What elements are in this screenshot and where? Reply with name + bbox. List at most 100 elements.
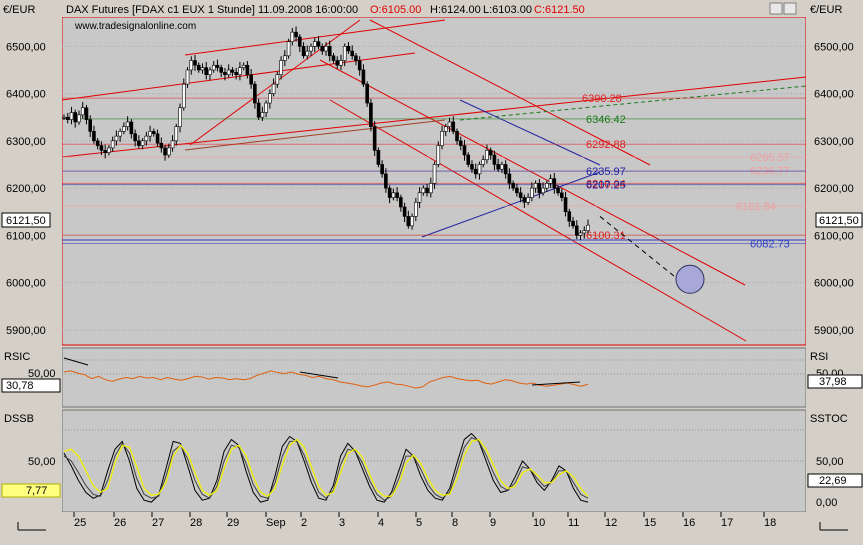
- candle-body: [230, 69, 235, 73]
- x-tick-label: 25: [74, 517, 86, 529]
- stoch-right-value: 22,69: [819, 475, 847, 487]
- candle-body: [249, 74, 253, 85]
- candle-body: [578, 232, 583, 236]
- price-tick-label: 6100,00: [814, 230, 854, 242]
- rsi-left-value: 30,78: [6, 380, 34, 392]
- candle-body: [144, 135, 149, 142]
- candle-body: [548, 178, 553, 184]
- candle-body: [73, 112, 78, 123]
- candle-body: [485, 149, 489, 161]
- candle-body: [174, 126, 179, 142]
- x-tick-label: 4: [378, 517, 384, 529]
- x-tick-label: 15: [644, 517, 656, 529]
- candle-body: [574, 225, 579, 236]
- candle-body: [387, 187, 392, 198]
- candle-body: [271, 83, 276, 94]
- price-tick-label: 6300,00: [6, 136, 46, 148]
- candle-body: [530, 187, 534, 198]
- price-level-label: 6265.57: [750, 152, 790, 164]
- x-tick-label: 29: [227, 517, 239, 529]
- watermark: www.tradesignalonline.com: [74, 21, 196, 32]
- target-circle: [675, 264, 705, 294]
- x-tick-label: 28: [190, 517, 202, 529]
- candle-body: [372, 126, 377, 151]
- candle-body: [110, 140, 115, 149]
- stoch-left-value: 7,77: [26, 485, 47, 497]
- candle-body: [103, 149, 107, 153]
- candle-body: [545, 183, 549, 189]
- candle-body: [305, 50, 310, 57]
- candle-body: [62, 116, 66, 119]
- candle-body: [118, 131, 122, 137]
- price-tick-label: 6400,00: [6, 89, 46, 101]
- candle-body: [84, 107, 89, 120]
- candle-body: [395, 192, 399, 198]
- stoch-tick-50-right: 50,00: [816, 456, 844, 468]
- candle-body: [133, 133, 137, 142]
- candle-body: [556, 187, 560, 194]
- x-tick-label: 11: [568, 517, 579, 529]
- candle-body: [533, 183, 538, 189]
- candle-body: [316, 41, 321, 47]
- candle-body: [309, 46, 313, 52]
- candle-body: [354, 55, 358, 61]
- candle-body: [253, 83, 257, 104]
- price-level-label: 6207.25: [586, 180, 626, 192]
- candle-body: [582, 230, 587, 234]
- price-level-label: 6100.31: [586, 230, 626, 242]
- candle-body: [391, 192, 396, 198]
- candle-body: [107, 147, 111, 153]
- x-tick-label: 18: [764, 517, 776, 529]
- candle-body: [196, 64, 201, 71]
- candle-body: [125, 121, 130, 127]
- current-price-right: 6121,50: [819, 215, 859, 227]
- candle-body: [563, 197, 568, 213]
- minimize-button[interactable]: [769, 2, 783, 15]
- chart-svg: €/EUR €/EUR DAX Futures [FDAX c1 EUX 1 S…: [0, 0, 863, 545]
- ohlc-open: O:6105.00: [370, 4, 421, 16]
- candle-body: [458, 140, 463, 146]
- price-level-label: 6161.84: [736, 201, 776, 213]
- x-tick-label: 12: [605, 517, 617, 529]
- candle-body: [226, 69, 231, 75]
- x-tick-label: 10: [533, 517, 545, 529]
- candle-body: [88, 119, 92, 132]
- candle-body: [496, 164, 500, 170]
- candle-body: [219, 67, 223, 73]
- ohlc-close: C:6121.50: [534, 4, 585, 16]
- price-tick-label: 6200,00: [814, 183, 854, 195]
- price-level-label: 6236.77: [750, 166, 790, 178]
- candle-body: [80, 107, 85, 116]
- candle-body: [522, 197, 527, 203]
- candle-body: [339, 60, 343, 66]
- candle-body: [264, 102, 268, 113]
- candle-body: [279, 60, 283, 75]
- price-tick-label: 6500,00: [814, 41, 854, 53]
- candle-body: [541, 187, 545, 194]
- candle-body: [571, 220, 575, 227]
- candle-body: [283, 55, 287, 61]
- stoch-tick-0-right: 0,00: [816, 497, 837, 509]
- candle-body: [204, 67, 209, 75]
- candle-body: [167, 147, 171, 156]
- candle-body: [507, 173, 512, 184]
- candle-body: [189, 60, 194, 71]
- price-level-label: 6292.88: [586, 139, 626, 151]
- candle-body: [443, 126, 448, 132]
- candle-body: [511, 183, 515, 189]
- price-tick-label: 6100,00: [6, 230, 46, 242]
- candle-body: [586, 224, 590, 231]
- price-tick-label: 6000,00: [814, 278, 854, 290]
- candle-body: [481, 159, 486, 165]
- candle-body: [488, 149, 493, 156]
- maximize-button[interactable]: [783, 2, 797, 15]
- price-tick-label: 5900,00: [6, 325, 46, 337]
- candle-body: [211, 64, 216, 71]
- candle-body: [92, 131, 96, 142]
- candle-body: [268, 93, 272, 104]
- chart-window: €/EUR €/EUR DAX Futures [FDAX c1 EUX 1 S…: [0, 0, 863, 545]
- candle-body: [399, 197, 403, 208]
- candle-body: [99, 145, 104, 151]
- candle-body: [402, 206, 407, 217]
- candle-body: [417, 192, 422, 203]
